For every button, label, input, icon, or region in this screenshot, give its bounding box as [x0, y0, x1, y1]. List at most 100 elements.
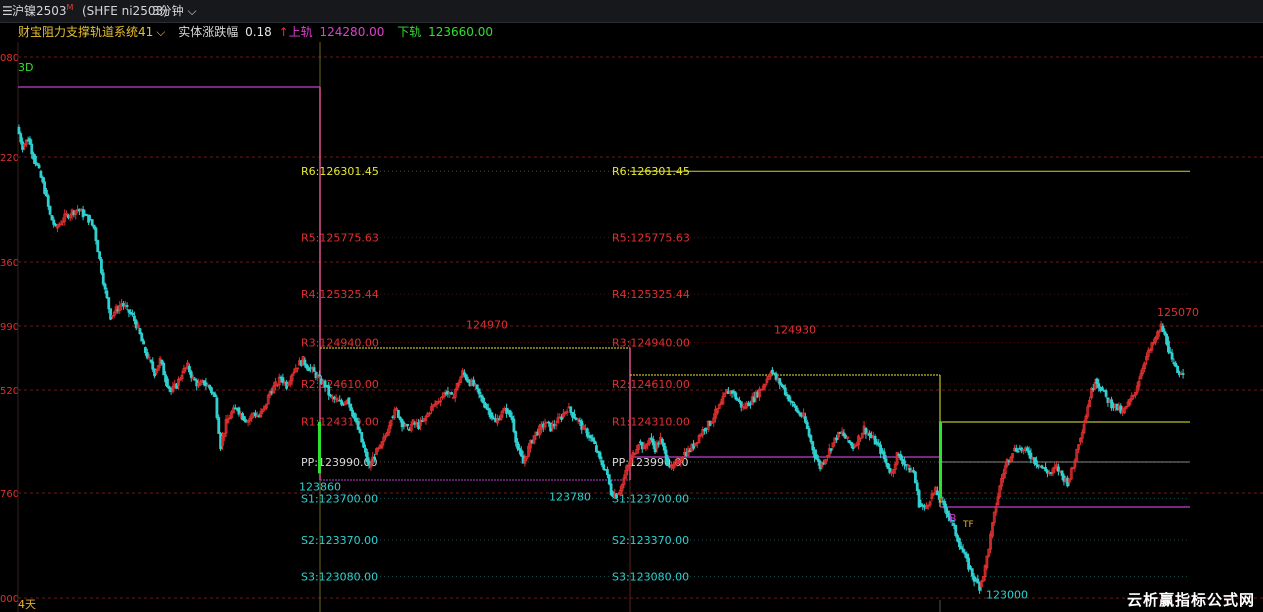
- candle-body: [815, 454, 818, 460]
- impulse-bar: [318, 421, 321, 474]
- symbol-header: ☰ 沪镍2503M (SHFE ni2503) 3分钟 ⌵: [0, 0, 1263, 23]
- candle-body: [41, 176, 45, 183]
- candle-body: [364, 447, 367, 453]
- candle-body: [829, 448, 833, 451]
- y-tick-label: 760: [0, 489, 19, 500]
- candle-body: [607, 474, 611, 485]
- up-arrow-icon: ↑: [278, 25, 289, 39]
- candle-body: [90, 219, 94, 226]
- candle-body: [807, 428, 811, 437]
- candle-body: [1044, 467, 1047, 472]
- candle-body: [1097, 383, 1101, 388]
- chart-background: [0, 0, 1263, 612]
- candle-body: [30, 143, 34, 155]
- candle-body: [349, 403, 353, 411]
- candle-body: [28, 138, 32, 145]
- candle-body: [54, 224, 57, 226]
- candle-body: [107, 297, 111, 310]
- chevron-down-icon: ⌵: [183, 4, 197, 18]
- candle-body: [796, 410, 800, 414]
- candle-body: [48, 205, 52, 215]
- y-tick-label: 000: [0, 594, 19, 605]
- candle-body: [34, 155, 37, 165]
- candle-body: [464, 374, 468, 381]
- candle-body: [1170, 352, 1174, 360]
- candle-body: [81, 209, 85, 218]
- candle-body: [943, 501, 947, 509]
- candle-body: [358, 428, 362, 433]
- pivot-label: S2:123370.00: [301, 534, 378, 547]
- candle-body: [1181, 373, 1185, 375]
- candle-body: [1016, 450, 1020, 453]
- candle-body: [961, 548, 965, 553]
- candle-body: [569, 406, 573, 413]
- candle-body: [651, 438, 655, 446]
- pivot-label: S1:123700.00: [612, 492, 689, 505]
- candle-body: [783, 387, 787, 395]
- candle-body: [1176, 366, 1179, 374]
- candle-body: [661, 438, 664, 444]
- candle-body: [151, 361, 155, 370]
- period-selector[interactable]: 3分钟 ⌵: [152, 0, 197, 22]
- watermark: 云析赢指标公式网: [1126, 591, 1255, 609]
- candle-body: [958, 538, 961, 548]
- price-annotation: 124930: [774, 324, 816, 337]
- pivot-label: R2:124610.00: [612, 378, 690, 391]
- candle-body: [508, 410, 512, 418]
- candle-body: [365, 451, 369, 463]
- candle-body: [811, 441, 815, 451]
- price-chart[interactable]: 080 220 360 990 520 760 000 R6:126301.45 R5:1257…: [0, 0, 1263, 612]
- candle-body: [96, 240, 100, 253]
- lower-rail-value: 123660.00: [428, 25, 493, 39]
- y-tick-label: 220: [0, 153, 19, 164]
- pivot-label: R1:124310.00: [612, 416, 690, 429]
- candle-body: [45, 189, 48, 197]
- candle-body: [131, 313, 134, 315]
- candle-body: [595, 445, 598, 452]
- candle-body: [884, 458, 888, 464]
- candle-body: [109, 308, 112, 320]
- candle-body: [778, 378, 782, 385]
- upper-rail-value: 124280.00: [319, 25, 385, 39]
- candle-body: [516, 441, 519, 449]
- pivot-label: R2:124610.00: [301, 378, 379, 391]
- candle-body: [213, 393, 217, 398]
- candle-body: [1174, 363, 1178, 367]
- candle-body: [162, 362, 166, 376]
- price-annotation: 123860: [299, 480, 341, 493]
- price-annotation: 125070: [1157, 306, 1199, 319]
- pivot-label: S3:123080.00: [301, 570, 378, 583]
- chevron-down-icon[interactable]: ⌵: [156, 25, 165, 39]
- candle-body: [1025, 447, 1029, 452]
- candle-body: [662, 442, 666, 451]
- price-annotation: 124970: [466, 319, 508, 332]
- candle-body: [903, 460, 906, 465]
- candle-body: [598, 452, 602, 460]
- candle-body: [954, 524, 958, 536]
- candle-body: [1060, 470, 1064, 476]
- pivot-label: R5:125775.63: [612, 231, 690, 244]
- candle-body: [215, 397, 219, 418]
- candle-body: [804, 416, 807, 423]
- candle-body: [514, 431, 518, 443]
- symbol-name[interactable]: 沪镍2503M: [12, 0, 73, 24]
- candle-body: [899, 454, 903, 460]
- candle-body: [970, 568, 974, 577]
- candle-body: [734, 392, 738, 400]
- candle-body: [46, 195, 50, 207]
- impulse-bar: [939, 421, 942, 499]
- candle-body: [886, 462, 890, 469]
- pivot-label: R1:124310.00: [301, 416, 379, 429]
- indicator-name[interactable]: 财宝阻力支撑轨道系统41: [18, 25, 153, 39]
- candle-body: [602, 464, 606, 470]
- candle-body: [329, 394, 332, 397]
- candle-body: [125, 305, 129, 307]
- candle-body: [50, 215, 54, 221]
- candle-body: [914, 471, 917, 484]
- candle-body: [87, 214, 90, 223]
- candle-body: [450, 392, 453, 395]
- amp-label: 实体涨跌幅: [178, 25, 239, 39]
- candle-body: [52, 219, 56, 225]
- signal-marker: TF: [962, 520, 974, 530]
- candle-body: [666, 457, 670, 466]
